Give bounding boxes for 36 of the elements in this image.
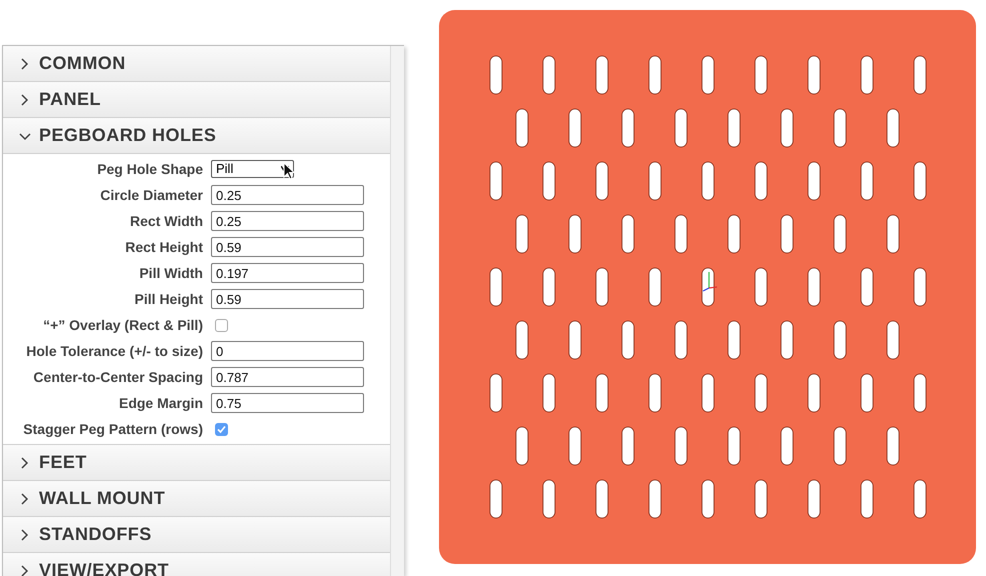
number-field[interactable]: 0.59	[211, 289, 364, 309]
section-header[interactable]: FEET	[3, 445, 390, 481]
section-header[interactable]: VIEW/EXPORT	[3, 553, 390, 576]
checkbox[interactable]	[215, 422, 228, 436]
checkbox[interactable]	[215, 318, 228, 332]
field-label: Peg Hole Shape	[96, 160, 204, 179]
chevron-icon	[19, 492, 31, 504]
field-label: Stagger Peg Pattern (rows)	[22, 420, 204, 439]
field-label: Center-to-Center Spacing	[32, 368, 204, 387]
chevron-icon	[19, 456, 31, 468]
field-label: Rect Width	[129, 212, 204, 230]
chevron-icon	[19, 94, 31, 106]
field-label: Pill Height	[134, 290, 204, 309]
section-header[interactable]: WALL MOUNT	[3, 481, 390, 517]
number-field[interactable]: 0.25	[211, 211, 364, 231]
mouse-cursor-icon	[283, 162, 295, 180]
number-field[interactable]: 0.75	[211, 393, 364, 413]
number-field[interactable]: 0	[211, 341, 364, 361]
field-label: Rect Height	[124, 238, 204, 257]
number-field[interactable]: 0.59	[211, 237, 364, 257]
section-header[interactable]: STANDOFFS	[3, 517, 390, 553]
field-label: Circle Diameter	[99, 186, 204, 204]
section-header[interactable]: PANEL	[3, 82, 390, 118]
section-header[interactable]: PEGBOARD HOLES	[3, 118, 390, 154]
chevron-icon	[19, 528, 31, 540]
field-label: Hole Tolerance (+/- to size)	[25, 342, 204, 361]
field-label: Pill Width	[138, 264, 204, 282]
chevron-icon	[19, 58, 31, 70]
field-label: Edge Margin	[118, 394, 204, 413]
section-header[interactable]: COMMON	[3, 46, 390, 82]
number-field[interactable]: 0.25	[211, 185, 364, 205]
field-label: “+” Overlay (Rect & Pill)	[42, 316, 204, 335]
number-field[interactable]: 0.197	[211, 263, 364, 283]
number-field[interactable]: 0.787	[211, 367, 364, 387]
caret-icon	[281, 166, 289, 172]
chevron-icon	[19, 564, 31, 576]
